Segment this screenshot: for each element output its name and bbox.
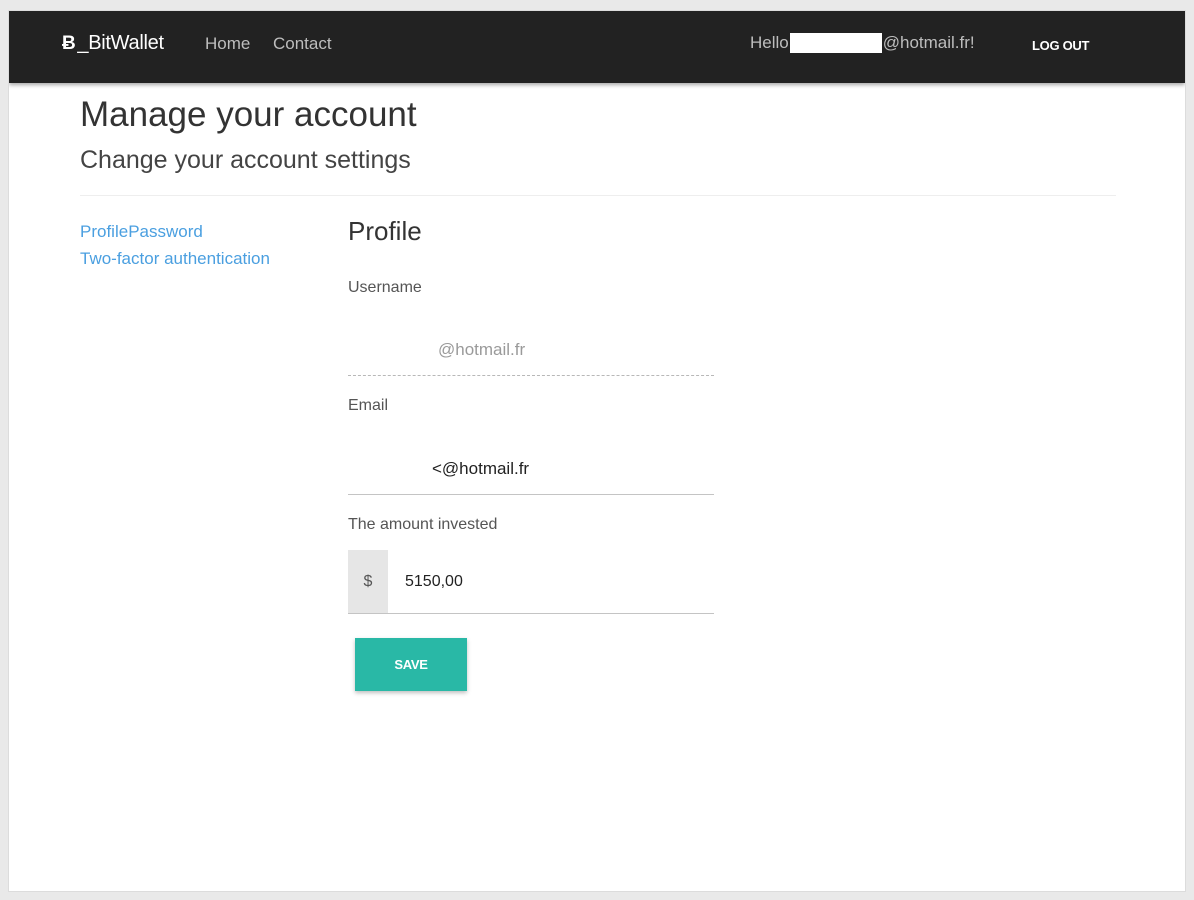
side-nav-row: Two-factor authentication xyxy=(80,245,270,272)
bitcoin-icon: Ƀ xyxy=(62,33,76,54)
page-subtitle: Change your account settings xyxy=(80,146,411,174)
brand-label: _BitWallet xyxy=(77,32,164,54)
logout-button[interactable]: LOG OUT xyxy=(1032,38,1089,53)
header-divider xyxy=(80,195,1116,196)
amount-label: The amount invested xyxy=(348,516,498,533)
browser-viewport: Ƀ _BitWallet Home Contact Hello @hotmail… xyxy=(8,10,1186,892)
user-greeting[interactable]: Hello @hotmail.fr! xyxy=(750,33,975,53)
profile-heading: Profile xyxy=(348,216,422,246)
page-title: Manage your account xyxy=(80,95,417,134)
top-navbar: Ƀ _BitWallet Home Contact Hello @hotmail… xyxy=(9,11,1185,83)
greeting-prefix: Hello xyxy=(750,33,789,52)
nav-contact-link[interactable]: Contact xyxy=(273,34,332,54)
email-field[interactable] xyxy=(348,443,714,495)
nav-home-link[interactable]: Home xyxy=(205,34,250,54)
side-nav-two-factor[interactable]: Two-factor authentication xyxy=(80,249,270,268)
amount-input-group: $ xyxy=(348,550,714,614)
username-field[interactable] xyxy=(348,324,714,376)
side-nav-password[interactable]: Password xyxy=(128,222,203,241)
account-side-nav: ProfilePassword Two-factor authenticatio… xyxy=(80,218,270,272)
email-label: Email xyxy=(348,397,389,414)
currency-addon: $ xyxy=(348,550,388,613)
redacted-username xyxy=(789,33,882,53)
amount-field[interactable] xyxy=(388,550,714,613)
side-nav-row: ProfilePassword xyxy=(80,218,270,245)
username-label: Username xyxy=(348,279,422,296)
save-button[interactable]: SAVE xyxy=(355,638,467,691)
side-nav-profile[interactable]: Profile xyxy=(80,222,128,241)
greeting-suffix: @hotmail.fr! xyxy=(882,33,975,52)
brand-link[interactable]: Ƀ _BitWallet xyxy=(62,32,164,55)
